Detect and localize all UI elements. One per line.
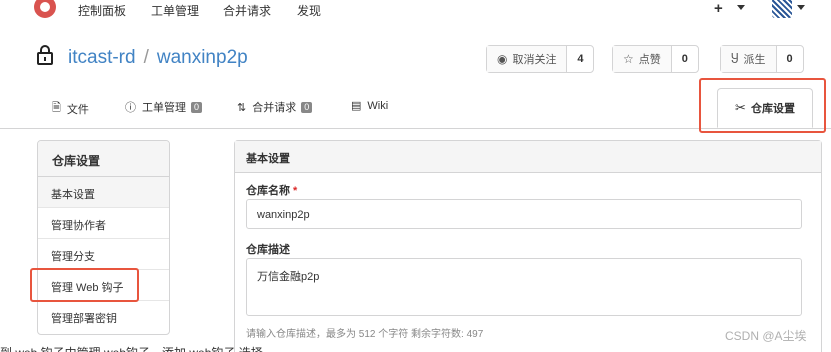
nav-pulls[interactable]: 合并请求 [223,2,271,19]
settings-sidebar: 仓库设置 基本设置 管理协作者 管理分支 管理 Web 钩子 管理部署密钥 [37,140,170,335]
repo-name-label: 仓库名称 * [246,182,297,198]
tab-pulls-label: 合并请求 [252,102,297,114]
nav-dashboard[interactable]: 控制面板 [78,2,126,19]
repo-name-input[interactable]: wanxinp2p [246,199,802,229]
fork-group: Ⴘ 派生 0 [720,45,804,73]
repo-separator: / [143,47,149,68]
watermark: CSDN @A尘埃 [725,329,807,343]
pull-request-icon: ⇅ [237,101,247,114]
sidebar-item-basic[interactable]: 基本设置 [38,177,169,208]
star-icon: ☆ [623,52,634,66]
fork-count[interactable]: 0 [776,46,803,72]
issues-count-badge: 0 [191,101,203,113]
section-title: 基本设置 [235,141,821,173]
star-group: ☆ 点赞 0 [612,45,699,73]
tools-icon: ✂ [735,100,746,115]
tab-pulls[interactable]: ⇅ 合并请求 0 [237,99,313,115]
bottom-caption-text: 到 web 钩子中管理 web钩子，添加 web钩子 选择 [0,344,263,352]
unwatch-label: 取消关注 [512,54,557,66]
tab-wiki-label: Wiki [367,99,389,112]
sidebar-item-collaborators[interactable]: 管理协作者 [38,208,169,239]
file-icon: 🗎 [52,102,61,114]
repo-desc-textarea[interactable]: 万信金融p2p [246,258,802,316]
create-plus-icon[interactable]: + [714,0,723,17]
tab-issues-label: 工单管理 [142,102,186,114]
desc-help-text: 请输入仓库描述，最多为 512 个字符 剩余字符数: 497 [246,329,484,340]
star-label: 点赞 [638,54,661,66]
eye-icon: ◉ [497,52,508,66]
tab-files-label: 文件 [66,103,89,116]
unwatch-button[interactable]: ◉ 取消关注 [487,46,568,72]
tab-wiki[interactable]: ▤ Wiki [351,99,389,113]
star-count[interactable]: 0 [671,46,698,72]
user-avatar[interactable] [772,0,792,18]
unwatch-group: ◉ 取消关注 4 [486,45,595,73]
repo-name-label-text: 仓库名称 [246,185,290,197]
repo-name-link[interactable]: wanxinp2p [157,47,248,68]
top-navbar: 控制面板 工单管理 合并请求 发现 + [0,0,831,20]
issue-icon: ⓘ [125,102,136,114]
book-icon: ▤ [351,100,362,112]
tab-settings[interactable]: ✂ 仓库设置 [717,88,813,128]
repo-desc-label: 仓库描述 [246,244,290,256]
sidebar-item-deploy-keys[interactable]: 管理部署密钥 [38,301,169,332]
nav-explore[interactable]: 发现 [297,2,321,19]
sidebar-item-webhooks[interactable]: 管理 Web 钩子 [38,270,169,301]
user-caret-icon[interactable] [797,5,805,10]
repo-tabs: 🗎 文件 ⓘ 工单管理 0 ⇅ 合并请求 0 ▤ Wiki [0,85,831,129]
sidebar-item-branches[interactable]: 管理分支 [38,239,169,270]
tab-issues[interactable]: ⓘ 工单管理 0 [125,99,203,115]
star-button[interactable]: ☆ 点赞 [613,46,672,72]
required-marker: * [293,185,298,197]
fork-label: 派生 [743,54,766,66]
repo-owner-link[interactable]: itcast-rd [68,47,136,68]
tab-settings-label: 仓库设置 [750,103,795,115]
fork-button[interactable]: Ⴘ 派生 [721,46,777,72]
settings-main-panel: 基本设置 仓库名称 * wanxinp2p 仓库描述 万信金融p2p 请输入仓库描… [234,140,822,352]
sidebar-title: 仓库设置 [38,141,169,177]
tab-files[interactable]: 🗎 文件 [52,99,89,118]
nav-issues[interactable]: 工单管理 [151,2,199,19]
lock-icon [37,45,53,65]
pulls-count-badge: 0 [301,101,313,113]
unwatch-count[interactable]: 4 [567,46,594,72]
fork-icon: Ⴘ [731,52,739,66]
repo-title: itcast-rd / wanxinp2p [68,47,248,69]
gogs-logo-icon[interactable] [34,0,56,18]
create-caret-icon[interactable] [737,5,745,10]
